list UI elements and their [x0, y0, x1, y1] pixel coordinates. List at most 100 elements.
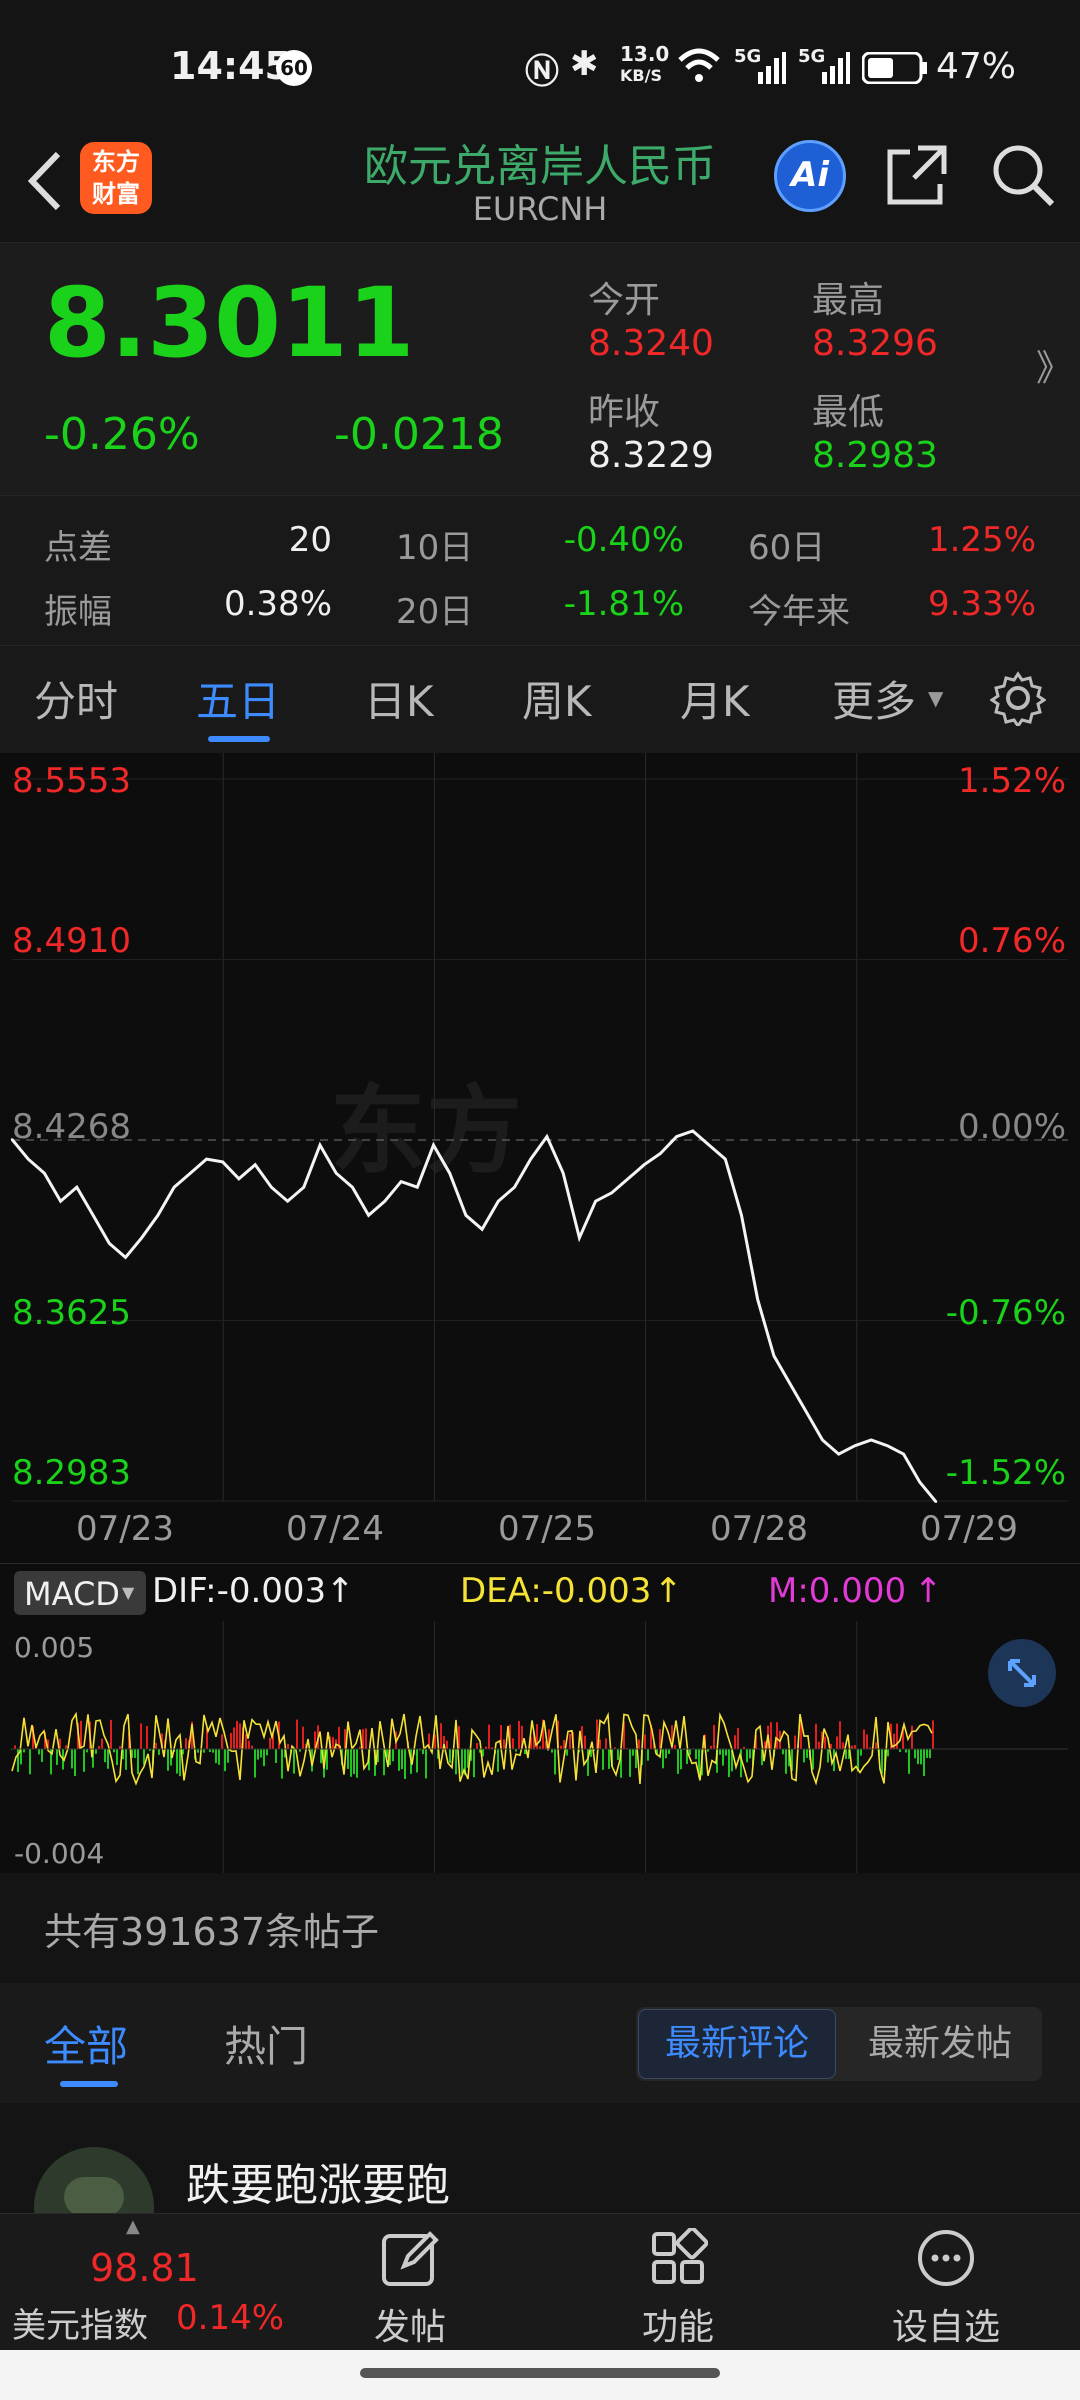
- x-label-3: 07/25: [498, 1509, 596, 1549]
- active-tab-indicator: [208, 736, 270, 742]
- chevron-down-icon: ▼: [928, 686, 944, 710]
- post-preview[interactable]: 跌要跑涨要跑: [0, 2103, 1080, 2267]
- net-speed-bottom: KB/S: [620, 66, 662, 85]
- status-bar: 14:45 60 Ⓝ ✱ 13.0 KB/S 5G 5G 47%: [0, 0, 1080, 130]
- gear-icon[interactable]: [990, 670, 1046, 726]
- price-point: [610, 1191, 613, 1194]
- price-point: [43, 1172, 46, 1175]
- price-point: [464, 1214, 468, 1217]
- share-icon[interactable]: [884, 142, 950, 208]
- indicator-selector[interactable]: MACD ▼: [14, 1571, 146, 1615]
- open-value: 8.3240: [588, 323, 714, 364]
- price-point: [886, 1444, 889, 1447]
- tab-weekly-k[interactable]: 周K: [522, 668, 592, 729]
- price-point: [902, 1452, 905, 1456]
- ytd-label: 今年来: [748, 592, 850, 632]
- macd-dif: DIF:-0.003: [152, 1571, 327, 1611]
- search-icon[interactable]: [988, 140, 1058, 210]
- tab-more[interactable]: 更多: [832, 668, 916, 729]
- price-point: [351, 1186, 354, 1189]
- price-point: [75, 1186, 79, 1189]
- sort-latest-post[interactable]: 最新发帖: [842, 2009, 1038, 2079]
- high-label: 最高: [812, 280, 885, 321]
- prev-close-label: 昨收: [588, 392, 661, 433]
- last-price: 8.3011: [44, 267, 415, 379]
- price-point: [691, 1129, 694, 1133]
- price-chart-svg: [10, 753, 1068, 1503]
- arrow-up-icon: ↑: [326, 1571, 355, 1611]
- tab-intraday[interactable]: 分时: [34, 668, 118, 729]
- price-point: [562, 1172, 565, 1175]
- price-point: [772, 1354, 776, 1357]
- price-point: [416, 1186, 419, 1189]
- caret-up-icon: ▲: [126, 2216, 140, 2237]
- spread-label: 点差: [44, 528, 112, 568]
- macd-m: M:0.000: [768, 1571, 907, 1611]
- x-label-5: 07/29: [920, 1509, 1018, 1549]
- low-value: 8.2983: [812, 435, 938, 476]
- posts-section: 共有391637条帖子 全部 热门 最新评论 最新发帖: [0, 1873, 1080, 2103]
- app-header: 东方 财富 欧元兑离岸人民币 EURCNH Ai: [0, 130, 1080, 243]
- arrow-up-icon: ↑: [914, 1571, 943, 1611]
- macd-top-tick: 0.005: [14, 1631, 95, 1664]
- ai-assistant-button[interactable]: Ai: [774, 140, 846, 212]
- price-point: [821, 1438, 824, 1442]
- price-point: [756, 1298, 759, 1301]
- price-point: [399, 1180, 403, 1183]
- gesture-bar-area: [0, 2350, 1080, 2400]
- high-value: 8.3296: [812, 323, 938, 364]
- y-left-tick-5: 8.2983: [12, 1453, 131, 1493]
- x-label-1: 07/23: [76, 1509, 174, 1549]
- change-percent: -0.26%: [44, 409, 200, 460]
- y-left-tick-2: 8.4910: [12, 921, 131, 961]
- price-point: [724, 1157, 727, 1161]
- price-point: [286, 1200, 289, 1203]
- price-point: [383, 1200, 386, 1203]
- price-point: [221, 1160, 224, 1164]
- macd-bottom-tick: -0.004: [14, 1837, 105, 1870]
- price-point: [545, 1135, 549, 1138]
- posts-tab-indicator: [60, 2081, 118, 2087]
- y-right-tick-5: -1.52%: [945, 1453, 1066, 1493]
- price-point: [140, 1236, 143, 1239]
- price-point: [870, 1438, 873, 1442]
- edit-icon: [382, 2231, 439, 2286]
- price-point: [529, 1157, 532, 1161]
- expand-quote-icon[interactable]: 》: [1036, 339, 1072, 391]
- bottom-nav: ▲ 98.81 美元指数 0.14% 发帖 功能 设自选: [0, 2213, 1080, 2351]
- tab-five-day[interactable]: 五日: [196, 668, 280, 729]
- fullscreen-button[interactable]: [988, 1639, 1056, 1707]
- d20-value: -1.81%: [563, 584, 684, 624]
- home-indicator[interactable]: [360, 2368, 720, 2378]
- usd-index-value: 98.81: [90, 2246, 199, 2290]
- signal-icon-2: [822, 52, 850, 84]
- stats-panel: 点差 20 10日 -0.40% 60日 1.25% 振幅 0.38% 20日 …: [0, 495, 1080, 646]
- five-day-chart[interactable]: 东方 8.5553 8.4910 8.4268 8.3625 8.2983 1.…: [0, 753, 1080, 1877]
- price-point: [108, 1242, 111, 1245]
- price-point: [659, 1152, 662, 1155]
- price-point: [27, 1157, 30, 1161]
- tab-daily-k[interactable]: 日K: [364, 668, 434, 729]
- posts-tab-all[interactable]: 全部: [44, 2013, 128, 2074]
- add-watchlist-label: 设自选: [891, 2307, 1000, 2348]
- prev-close-value: 8.3229: [588, 435, 714, 476]
- price-point: [367, 1214, 370, 1217]
- period-tabs: 分时 五日 日K 周K 月K 更多 ▼: [0, 645, 1080, 754]
- usd-index-name: 美元指数: [12, 2306, 148, 2346]
- price-point: [707, 1143, 711, 1147]
- price-point: [643, 1163, 646, 1166]
- price-point: [918, 1481, 921, 1484]
- tab-monthly-k[interactable]: 月K: [680, 668, 750, 729]
- expand-icon: [1008, 1659, 1036, 1687]
- macd-chart-svg: [11, 1621, 1068, 1877]
- posts-tab-hot[interactable]: 热门: [224, 2013, 308, 2074]
- x-label-2: 07/24: [286, 1509, 384, 1549]
- post-count: 共有391637条帖子: [44, 1910, 380, 1954]
- post-author: 跌要跑涨要跑: [186, 2160, 450, 2211]
- function-button-label: 功能: [641, 2307, 714, 2348]
- price-point: [318, 1143, 322, 1147]
- price-point: [237, 1177, 241, 1180]
- sort-latest-comment[interactable]: 最新评论: [638, 2009, 836, 2079]
- post-button-label: 发帖: [373, 2307, 446, 2348]
- open-label: 今开: [588, 280, 661, 321]
